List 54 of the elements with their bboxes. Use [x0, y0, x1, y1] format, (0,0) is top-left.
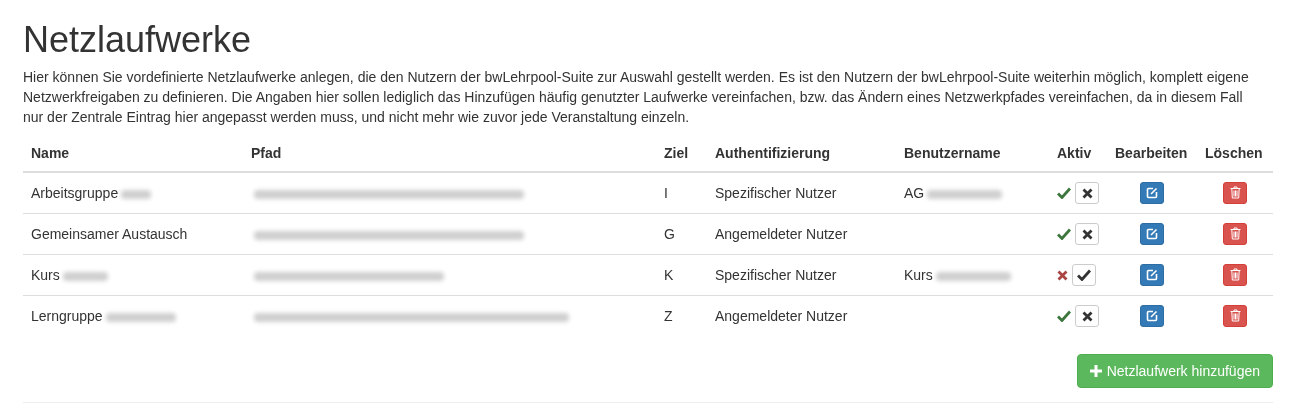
username-text: Kurs [904, 267, 933, 283]
delete-button[interactable] [1223, 181, 1247, 204]
check-icon [1077, 269, 1091, 281]
auth-text: Spezifischer Nutzer [715, 185, 837, 201]
column-header: Ziel [656, 135, 707, 172]
column-header: Pfad [243, 135, 656, 172]
edit-icon [1146, 187, 1158, 199]
toggle-button[interactable] [1075, 223, 1099, 245]
check-icon [1057, 310, 1071, 322]
column-header: Löschen [1197, 135, 1273, 172]
name-text: Arbeitsgruppe [31, 185, 119, 201]
description-text: Hier können Sie vordefinierte Netzlaufwerke anlegen, die den Nutzern der bwLehrpool-Suite zur Auswahl gestellt werden. Es ist den Nutzern der bwLehrpool-Suite weiterhin möglich, komplett eigene Netzwerkfreigaben zu definieren. Die Angaben hier sollen lediglich das Hinzufügen häufig genutzter Laufwerke vereinfachen, bzw. das Ändern eines Netzwerkpfades vereinfachen, da in diesem Fall nur der Zentrale Eintrag hier angepasst werden muss, und nicht mehr wie zuvor jede Veranstaltung einzeln. [23, 68, 1250, 127]
username-text: AG [904, 185, 925, 201]
column-header: Aktiv [1049, 135, 1107, 172]
cross-icon [1081, 310, 1093, 322]
auth-text: Angemeldeter Nutzer [715, 226, 848, 242]
cross-icon [1081, 187, 1093, 199]
trash-icon [1229, 186, 1241, 200]
delete-button[interactable] [1223, 304, 1247, 327]
toggle-button[interactable] [1072, 264, 1096, 286]
add-drive-button[interactable]: Netzlaufwerk hinzufügen [1076, 354, 1273, 388]
toggle-button[interactable] [1075, 182, 1099, 204]
column-header: Name [23, 135, 243, 172]
page-title: Netzlaufwerke [23, 18, 253, 62]
edit-icon [1146, 269, 1158, 281]
toggle-button[interactable] [1075, 305, 1099, 327]
trash-icon [1229, 268, 1241, 282]
name-text: Lerngruppe [31, 308, 103, 324]
cross-icon [1057, 269, 1068, 281]
trash-icon [1229, 227, 1241, 241]
target-text: I [664, 185, 668, 201]
edit-button[interactable] [1140, 305, 1164, 327]
name-text: Kurs [31, 267, 60, 283]
plus-icon [1089, 365, 1102, 377]
edit-icon [1146, 228, 1158, 240]
cross-icon [1081, 228, 1093, 240]
trash-icon [1229, 309, 1241, 323]
target-text: Z [664, 308, 673, 324]
delete-button[interactable] [1223, 222, 1247, 245]
target-text: G [664, 226, 675, 242]
edit-button[interactable] [1140, 223, 1164, 245]
column-header: Authentifizierung [707, 135, 896, 172]
target-text: K [664, 267, 674, 283]
check-icon [1057, 187, 1071, 199]
column-header: Benutzername [896, 135, 1049, 172]
edit-button[interactable] [1140, 182, 1164, 204]
check-icon [1057, 228, 1071, 240]
name-text: Gemeinsamer Austausch [31, 226, 188, 242]
auth-text: Spezifischer Nutzer [715, 267, 837, 283]
column-header: Bearbeiten [1107, 135, 1197, 172]
edit-icon [1146, 310, 1158, 322]
edit-button[interactable] [1140, 264, 1164, 286]
delete-button[interactable] [1223, 263, 1247, 286]
auth-text: Angemeldeter Nutzer [715, 308, 848, 324]
